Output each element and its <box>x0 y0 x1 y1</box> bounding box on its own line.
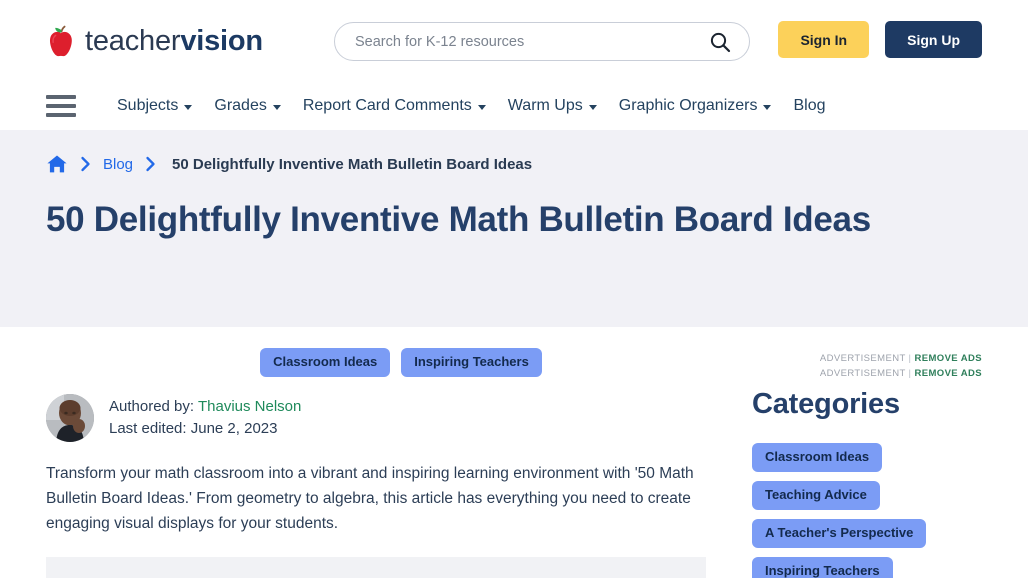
site-header: teachervision Sign In Sign Up <box>0 0 1028 82</box>
main-navigation: Subjects Grades Report Card Comments War… <box>0 82 1028 130</box>
auth-buttons: Sign In Sign Up <box>778 21 982 58</box>
avatar-image <box>46 393 94 442</box>
advertisement-separator: | <box>908 353 912 364</box>
hamburger-line <box>46 95 76 99</box>
chevron-right-icon <box>81 156 90 172</box>
nav-item-report-card-comments[interactable]: Report Card Comments <box>292 97 497 115</box>
category-classroom-ideas[interactable]: Classroom Ideas <box>752 442 883 472</box>
chevron-down-icon <box>588 104 597 110</box>
nav-item-subjects[interactable]: Subjects <box>106 97 203 115</box>
remove-ads-link[interactable]: REMOVE ADS <box>914 353 982 364</box>
nav-item-blog[interactable]: Blog <box>782 97 836 115</box>
page-title: 50 Delightfully Inventive Math Bulletin … <box>46 200 871 239</box>
chevron-right-icon <box>146 156 155 172</box>
article-lede: Transform your math classroom into a vib… <box>46 464 694 533</box>
sidebar: ADVERTISEMENT | REMOVE ADS ADVERTISEMENT… <box>706 327 982 578</box>
nav-label: Graphic Organizers <box>618 97 758 114</box>
search-button[interactable] <box>709 31 731 53</box>
hamburger-icon[interactable] <box>46 95 76 117</box>
breadcrumb-current: 50 Delightfully Inventive Math Bulletin … <box>172 155 533 173</box>
search-icon <box>710 32 731 52</box>
logo-wordmark: teachervision <box>85 24 263 57</box>
byline-author-row: Authored by: Thavius Nelson <box>109 398 301 415</box>
chevron-down-icon <box>763 104 772 110</box>
avatar <box>46 393 94 442</box>
apple-icon <box>49 25 72 57</box>
last-edited-label: Last edited: <box>109 420 187 438</box>
category-a-teachers-perspective[interactable]: A Teacher's Perspective <box>752 518 927 548</box>
home-icon <box>47 155 67 173</box>
categories-heading: Categories <box>752 387 900 420</box>
nav-item-grades[interactable]: Grades <box>203 97 291 115</box>
breadcrumb-separator <box>68 156 103 172</box>
site-logo[interactable]: teachervision <box>46 24 263 58</box>
article-main-column: Classroom Ideas Inspiring Teachers Autho… <box>46 327 706 578</box>
advertisement-notices: ADVERTISEMENT | REMOVE ADS ADVERTISEMENT… <box>752 327 982 382</box>
sign-in-button[interactable]: Sign In <box>778 21 870 58</box>
nav-item-graphic-organizers[interactable]: Graphic Organizers <box>608 97 783 115</box>
chevron-down-icon <box>184 104 193 110</box>
nav-item-warm-ups[interactable]: Warm Ups <box>497 97 608 115</box>
authored-by-label: Authored by: <box>109 398 195 416</box>
search-container <box>334 22 750 61</box>
article-tag-classroom-ideas[interactable]: Classroom Ideas <box>260 348 391 377</box>
nav-label: Blog <box>793 97 826 114</box>
content-wrapper: Classroom Ideas Inspiring Teachers Autho… <box>0 327 1028 578</box>
article-tag-inspiring-teachers[interactable]: Inspiring Teachers <box>401 348 542 377</box>
advertisement-separator: | <box>908 368 912 380</box>
breadcrumb-separator <box>133 156 168 172</box>
advertisement-notice: ADVERTISEMENT | REMOVE ADS <box>752 366 982 381</box>
hero-section: Blog 50 Delightfully Inventive Math Bull… <box>0 130 1028 327</box>
logo-text-light: teacher <box>85 24 181 57</box>
last-edited-date: June 2, 2023 <box>190 420 278 438</box>
byline-text: Authored by: Thavius Nelson Last edited:… <box>109 398 301 437</box>
article-tag-list: Classroom Ideas Inspiring Teachers <box>96 327 706 377</box>
breadcrumb-link-blog[interactable]: Blog <box>103 156 133 173</box>
article-action-bar: ADD TO FAVORITES Print <box>46 557 706 578</box>
nav-label: Subjects <box>117 97 179 114</box>
advertisement-label: ADVERTISEMENT <box>819 353 906 364</box>
categories-list: Classroom Ideas Teaching Advice A Teache… <box>752 442 982 578</box>
category-teaching-advice[interactable]: Teaching Advice <box>752 480 880 510</box>
nav-label: Grades <box>214 97 267 114</box>
search-input[interactable] <box>353 32 709 51</box>
sign-up-button[interactable]: Sign Up <box>885 21 982 58</box>
advertisement-label: ADVERTISEMENT <box>819 368 906 380</box>
hamburger-line <box>46 104 76 108</box>
breadcrumb-home-link[interactable] <box>46 154 68 174</box>
nav-label: Warm Ups <box>507 97 583 114</box>
logo-text-bold: vision <box>180 24 263 57</box>
remove-ads-link[interactable]: REMOVE ADS <box>914 368 982 379</box>
chevron-down-icon <box>272 104 281 110</box>
author-name-link[interactable]: Thavius Nelson <box>198 398 301 415</box>
byline-date-row: Last edited: June 2, 2023 <box>109 420 301 437</box>
chevron-down-icon <box>477 104 486 110</box>
hamburger-line <box>46 113 76 117</box>
breadcrumb: Blog 50 Delightfully Inventive Math Bull… <box>46 148 982 180</box>
nav-label: Report Card Comments <box>302 97 472 114</box>
advertisement-notice: ADVERTISEMENT | REMOVE ADS <box>752 351 982 366</box>
article-byline: Authored by: Thavius Nelson Last edited:… <box>46 393 706 442</box>
category-inspiring-teachers[interactable]: Inspiring Teachers <box>752 556 893 578</box>
search-box[interactable] <box>334 22 750 61</box>
